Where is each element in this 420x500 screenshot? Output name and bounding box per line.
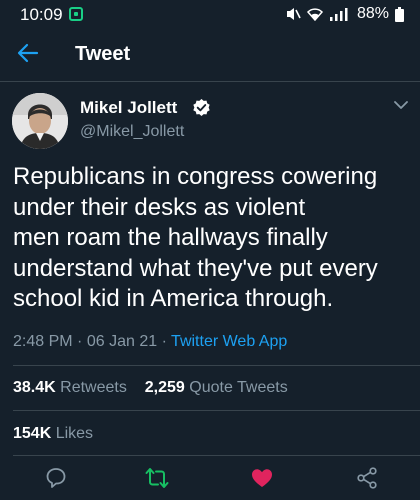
app-bar: Tweet (0, 28, 420, 82)
battery-icon (395, 6, 404, 22)
tweet-date: 06 Jan 21 (86, 333, 158, 350)
tweet-text-line: Republicans in congress cowering (13, 163, 378, 190)
mute-icon (286, 8, 301, 20)
tweet-text-line: under their desks as violent (13, 193, 306, 221)
tweet-meta: 2:48 PM · 06 Jan 21 · Twitter Web App (13, 333, 287, 351)
likes-count[interactable]: 154K (13, 425, 51, 442)
tweet-text: Republicans in congress cowering under t… (13, 162, 413, 315)
heart-icon[interactable] (250, 466, 274, 490)
battery-percent: 88% (356, 5, 389, 22)
author-name[interactable]: Mikel Jollett (80, 98, 177, 118)
arrow-left-icon[interactable] (17, 42, 39, 64)
status-bar: 10:09 88% (0, 0, 420, 28)
divider (13, 365, 420, 366)
chevron-down-icon[interactable] (394, 100, 408, 110)
status-right-group: 88% (285, 5, 404, 23)
avatar-image (12, 93, 68, 149)
tweet-text-line: understand what they've put every (13, 254, 378, 282)
wifi-icon (306, 8, 323, 21)
signal-icon (329, 8, 348, 21)
author-handle[interactable]: @Mikel_Jollett (80, 123, 184, 141)
share-icon[interactable] (355, 466, 379, 490)
reply-icon[interactable] (44, 466, 68, 490)
likes-stats-row: 154K Likes (13, 425, 93, 443)
quote-tweets-count[interactable]: 2,259 (145, 379, 185, 396)
divider (13, 410, 420, 411)
quote-tweets-label[interactable]: Quote Tweets (189, 379, 287, 396)
tweet-source-link[interactable]: Twitter Web App (171, 333, 287, 350)
tweet-time: 2:48 PM (13, 333, 73, 350)
app-notification-icon (69, 7, 83, 21)
retweet-stats-row: 38.4K Retweets 2,259 Quote Tweets (13, 379, 288, 397)
retweets-label[interactable]: Retweets (60, 379, 127, 396)
status-time: 10:09 (20, 5, 63, 24)
retweet-icon[interactable] (145, 466, 169, 490)
likes-label[interactable]: Likes (56, 425, 93, 442)
meta-separator: · (77, 333, 83, 350)
meta-separator: · (161, 333, 167, 350)
retweets-count[interactable]: 38.4K (13, 379, 56, 396)
verified-badge-icon (193, 98, 210, 117)
action-bar (0, 456, 420, 500)
tweet-text-line: school kid in America through. (13, 285, 334, 312)
page-title: Tweet (75, 43, 131, 65)
tweet-text-line: men roam the hallways finally (13, 224, 328, 251)
avatar[interactable] (12, 93, 68, 149)
